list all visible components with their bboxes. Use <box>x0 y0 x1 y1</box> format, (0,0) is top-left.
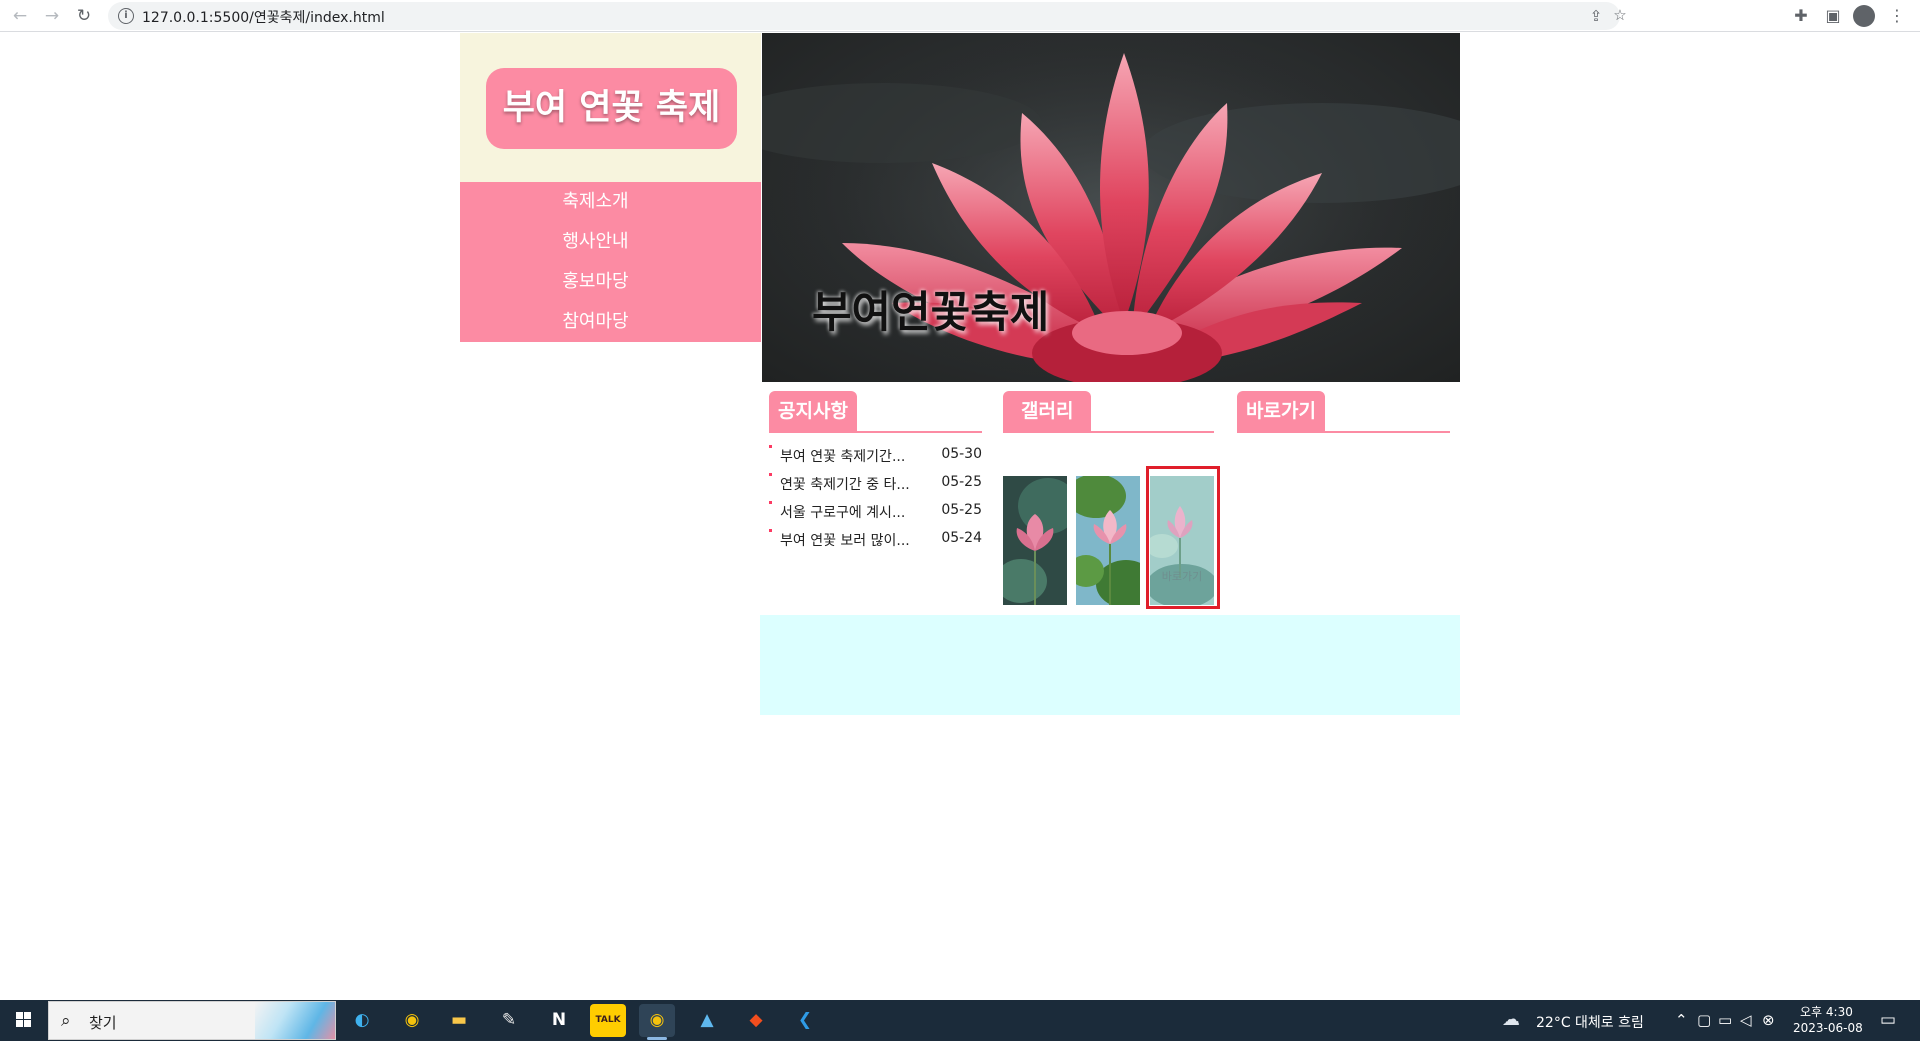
gallery-thumbnail-1[interactable] <box>1003 476 1067 605</box>
search-label: 찾기 <box>89 1014 117 1032</box>
selected-highlight-frame <box>1146 466 1220 609</box>
chrome-menu-icon[interactable]: ⋮ <box>1886 5 1908 27</box>
notice-item[interactable]: 부여 연꽃 축제기간... 05-30 <box>769 442 982 470</box>
gallery-thumbnail-2[interactable] <box>1076 476 1140 605</box>
figma-icon[interactable]: ◆ <box>738 1004 774 1037</box>
notice-item[interactable]: 서울 구로구에 계시... 05-25 <box>769 498 982 526</box>
notice-item[interactable]: 부여 연꽃 보러 많이... 05-24 <box>769 526 982 554</box>
notice-item-date: 05-25 <box>941 474 982 490</box>
side-panel-icon[interactable]: ▣ <box>1822 5 1844 27</box>
clock-time[interactable]: 오후 4:30 <box>1800 1003 1853 1020</box>
logo-area: 부여 연꽃 축제 <box>460 33 761 182</box>
chrome-profile-icon[interactable]: ◉ <box>639 1004 675 1040</box>
photos-icon[interactable]: ▲ <box>689 1004 725 1037</box>
web-page: 부여 연꽃 축제 축제소개 행사안내 홍보마당 참여마당 부여연꽃축제 공지사항… <box>0 33 1920 1000</box>
notice-divider <box>769 431 982 433</box>
hero-banner: 부여연꽃축제 <box>762 33 1460 382</box>
main-menu: 축제소개 행사안내 홍보마당 참여마당 <box>460 182 761 342</box>
notice-item-title[interactable]: 연꽃 축제기간 중 타... <box>780 474 910 494</box>
site-info-icon[interactable]: i <box>118 8 134 24</box>
menu-item-promotion[interactable]: 홍보마당 <box>460 262 761 302</box>
vscode-icon[interactable]: ❮ <box>787 1004 823 1037</box>
notice-tab[interactable]: 공지사항 <box>769 391 857 432</box>
weather-text[interactable]: 22°C 대체로 흐림 <box>1536 1012 1644 1032</box>
shortcut-tab[interactable]: 바로가기 <box>1237 391 1325 432</box>
chrome-icon[interactable]: ◉ <box>394 1004 430 1037</box>
menu-item-festival-intro[interactable]: 축제소개 <box>460 182 761 222</box>
bullet <box>769 501 772 504</box>
profile-avatar-icon[interactable] <box>1853 5 1875 27</box>
network-icon[interactable]: ▭ <box>1718 1011 1732 1029</box>
menu-item-event-guide[interactable]: 행사안내 <box>460 222 761 262</box>
menu-item-participation[interactable]: 참여마당 <box>460 302 761 342</box>
volume-muted-icon[interactable]: ◁ <box>1740 1011 1752 1029</box>
notice-item-title[interactable]: 부여 연꽃 축제기간... <box>780 446 905 466</box>
paint-icon[interactable]: ✎ <box>491 1004 527 1037</box>
meet-camera-icon[interactable]: ▢ <box>1697 1011 1711 1029</box>
tray-chevron-up-icon[interactable]: ⌃ <box>1675 1011 1688 1029</box>
bullet <box>769 473 772 476</box>
bullet <box>769 529 772 532</box>
bullet <box>769 445 772 448</box>
kakaotalk-icon[interactable]: TALK <box>590 1004 626 1037</box>
browser-toolbar: ← → ↻ i 127.0.0.1:5500/연꽃축제/index.html ⇪… <box>0 0 1920 32</box>
windows-start-icon[interactable] <box>6 1009 40 1033</box>
action-center-icon[interactable]: ▭ <box>1880 1010 1896 1030</box>
weather-cloud-icon[interactable]: ☁ <box>1502 1009 1520 1030</box>
notice-item-date: 05-24 <box>941 530 982 546</box>
search-highlight-art <box>255 1002 335 1039</box>
edge-icon[interactable]: ◐ <box>344 1004 380 1037</box>
bookmark-star-icon[interactable]: ☆ <box>1609 4 1631 26</box>
url-text[interactable]: 127.0.0.1:5500/연꽃축제/index.html <box>142 7 385 27</box>
hero-caption: 부여연꽃축제 <box>812 288 1050 338</box>
extensions-puzzle-icon[interactable]: ✚ <box>1790 5 1812 27</box>
footer <box>760 615 1460 715</box>
taskbar-search[interactable]: ⌕ 찾기 <box>48 1001 336 1040</box>
reload-icon[interactable]: ↻ <box>72 4 96 28</box>
shortcut-divider <box>1237 431 1450 433</box>
site-logo[interactable]: 부여 연꽃 축제 <box>486 68 737 149</box>
search-icon: ⌕ <box>61 1011 71 1031</box>
forward-arrow-icon[interactable]: → <box>40 4 64 28</box>
gallery-divider <box>1003 431 1214 433</box>
address-bar[interactable]: i 127.0.0.1:5500/연꽃축제/index.html ⇪ ☆ <box>108 2 1627 30</box>
back-arrow-icon[interactable]: ← <box>8 4 32 28</box>
file-explorer-icon[interactable]: ▬ <box>441 1004 477 1037</box>
notification-badge-icon[interactable]: ⊗ <box>1762 1011 1775 1029</box>
clock-date[interactable]: 2023-06-08 <box>1793 1021 1863 1035</box>
notice-item-title[interactable]: 부여 연꽃 보러 많이... <box>780 530 910 550</box>
windows-taskbar: ⌕ 찾기 ◐ ◉ ▬ ✎ N TALK ◉ ▲ ◆ ❮ ☁ 22°C 대체로 흐… <box>0 1000 1920 1041</box>
notice-item-title[interactable]: 서울 구로구에 계시... <box>780 502 905 522</box>
share-icon[interactable]: ⇪ <box>1585 5 1607 27</box>
notice-item-date: 05-25 <box>941 502 982 518</box>
gallery-tab[interactable]: 갤러리 <box>1003 391 1092 432</box>
notion-icon[interactable]: N <box>541 1004 577 1037</box>
notice-item-date: 05-30 <box>941 446 982 462</box>
notice-item[interactable]: 연꽃 축제기간 중 타... 05-25 <box>769 470 982 498</box>
